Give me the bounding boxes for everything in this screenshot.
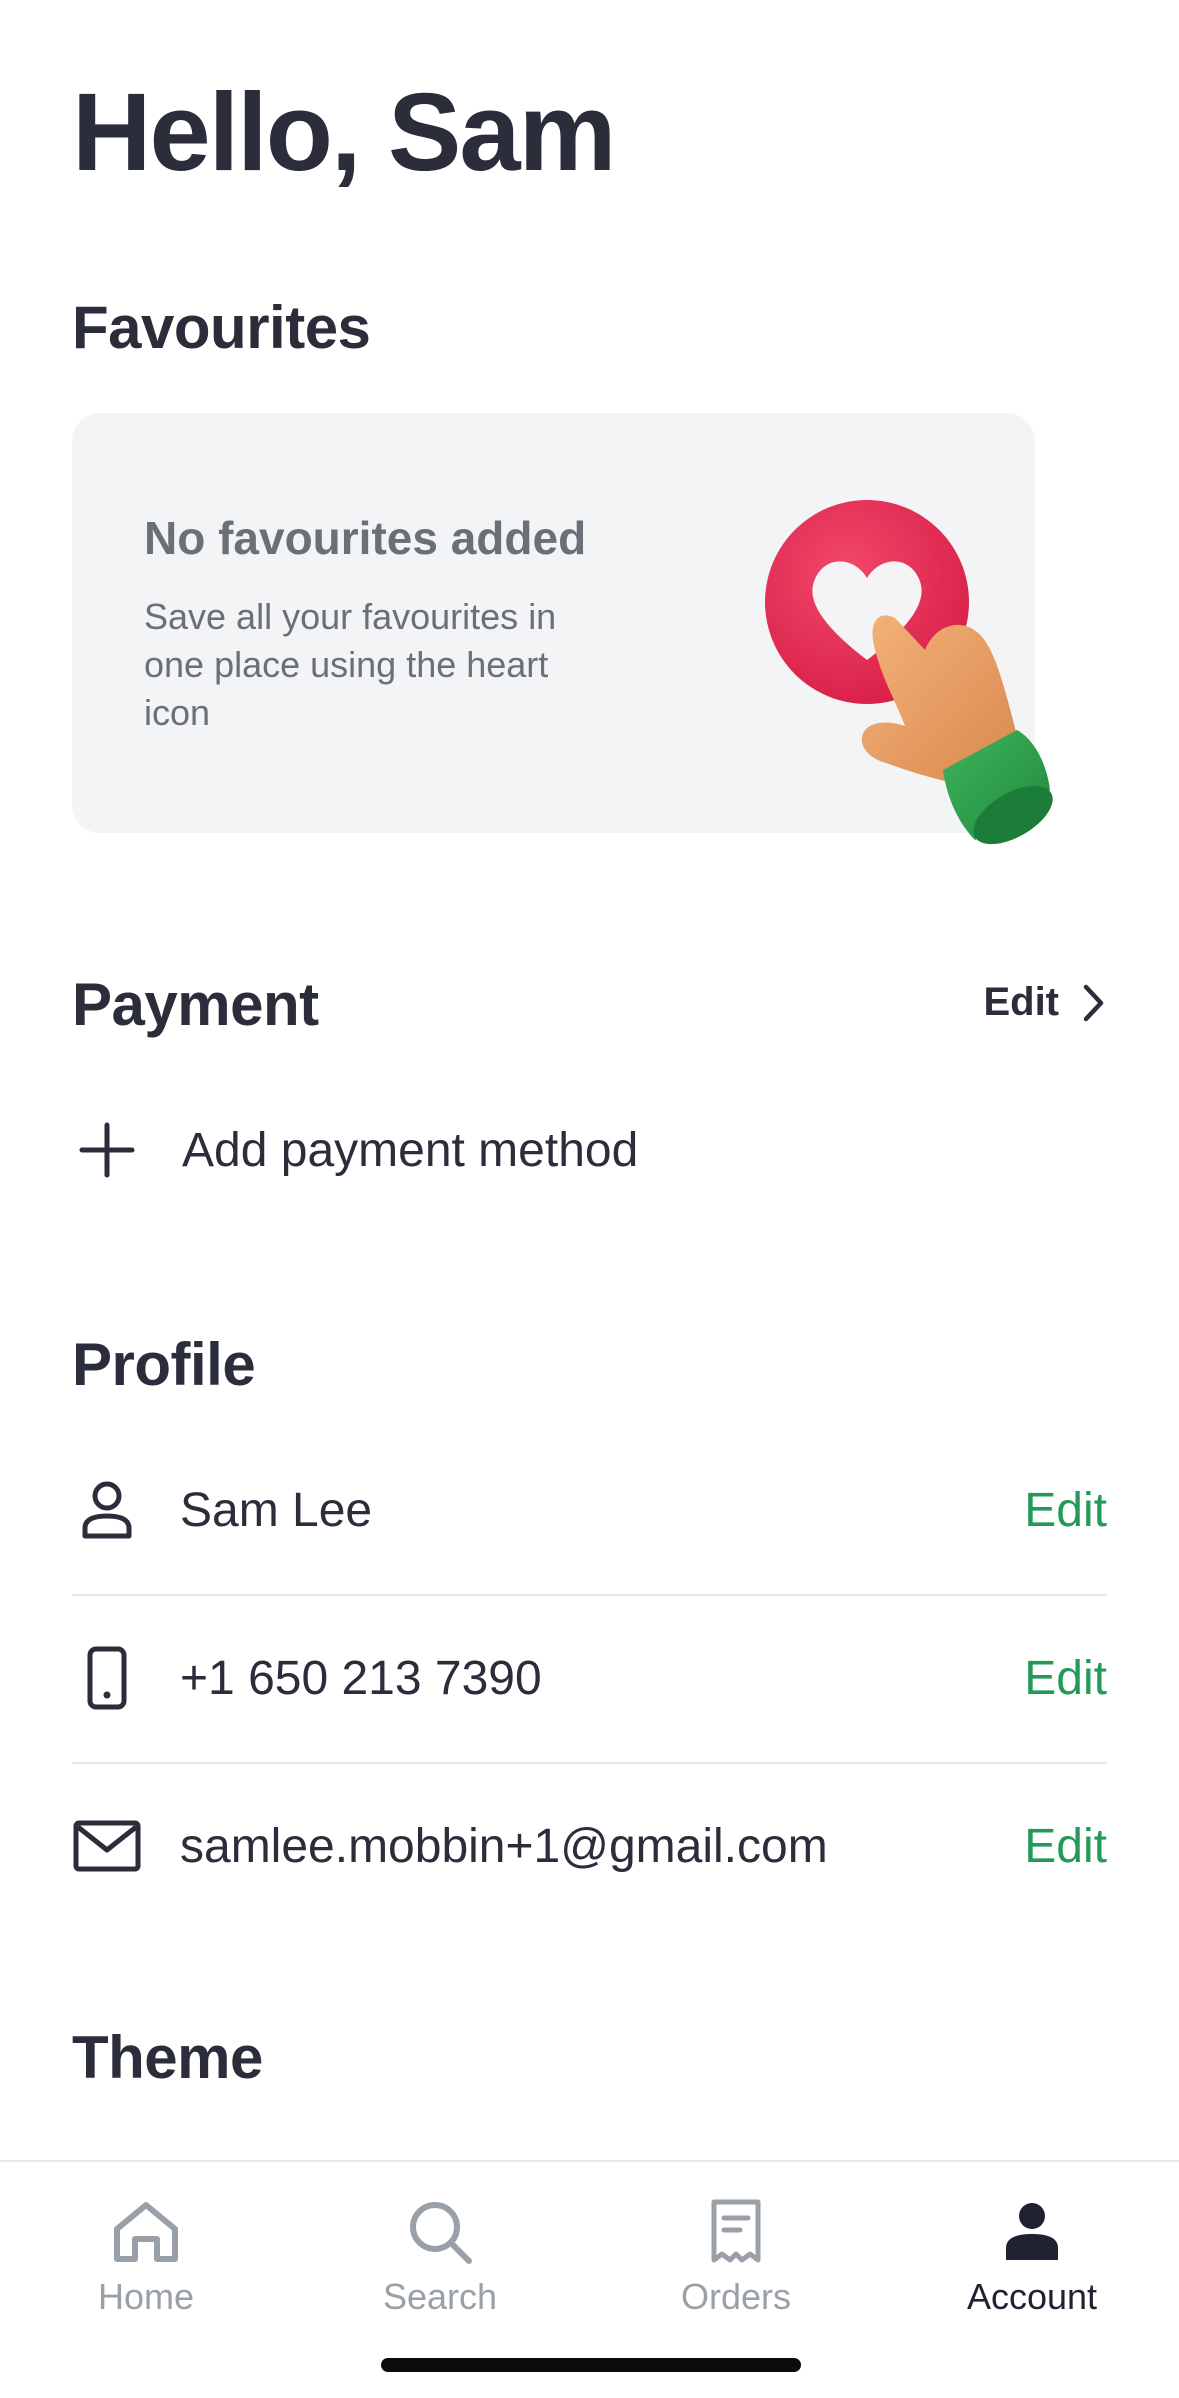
payment-edit-link[interactable]: Edit <box>983 980 1107 1025</box>
greeting-title: Hello, Sam <box>72 71 616 194</box>
add-payment-method-button[interactable]: Add payment method <box>72 1115 638 1185</box>
home-indicator <box>381 2358 801 2372</box>
account-page: Hello, Sam Favourites No favourites adde… <box>0 0 1179 2160</box>
tab-account-label: Account <box>966 2276 1098 2317</box>
profile-row-name: Sam Lee Edit <box>72 1426 1107 1596</box>
person-icon <box>72 1475 142 1545</box>
mail-icon <box>72 1811 142 1881</box>
phone-icon <box>72 1643 142 1713</box>
plus-icon <box>79 1122 135 1178</box>
receipt-icon <box>696 2192 776 2272</box>
edit-email-button[interactable]: Edit <box>1024 1819 1107 1874</box>
tab-orders[interactable]: Orders <box>616 2192 856 2318</box>
tab-search[interactable]: Search <box>320 2192 560 2318</box>
profile-row-email: samlee.mobbin+1@gmail.com Edit <box>72 1762 1107 1930</box>
tab-account[interactable]: Account <box>912 2192 1152 2318</box>
edit-name-button[interactable]: Edit <box>1024 1483 1107 1538</box>
profile-name-value: Sam Lee <box>180 1483 373 1537</box>
favourites-section-title: Favourites <box>72 294 371 361</box>
account-icon <box>992 2192 1072 2272</box>
theme-section-title: Theme <box>72 2024 263 2091</box>
edit-phone-button[interactable]: Edit <box>1024 1651 1107 1706</box>
payment-edit-label: Edit <box>983 980 1059 1024</box>
payment-section-title: Payment <box>72 971 319 1038</box>
tab-orders-label: Orders <box>680 2276 792 2317</box>
tab-search-label: Search <box>382 2276 498 2317</box>
profile-row-phone: +1 650 213 7390 Edit <box>72 1594 1107 1764</box>
favourites-empty-description: Save all your favourites in one place us… <box>144 596 557 733</box>
tab-home-label: Home <box>97 2276 195 2317</box>
profile-section-title: Profile <box>72 1331 256 1398</box>
tab-home[interactable]: Home <box>26 2192 266 2318</box>
search-icon <box>400 2192 480 2272</box>
profile-email-value: samlee.mobbin+1@gmail.com <box>180 1819 828 1873</box>
favourites-empty-title: No favourites added <box>144 512 587 564</box>
profile-phone-value: +1 650 213 7390 <box>180 1651 542 1705</box>
heart-tap-hand-illustration <box>765 500 1053 845</box>
chevron-right-icon <box>1083 984 1104 1021</box>
add-payment-method-label: Add payment method <box>182 1123 639 1177</box>
home-icon <box>106 2192 186 2272</box>
